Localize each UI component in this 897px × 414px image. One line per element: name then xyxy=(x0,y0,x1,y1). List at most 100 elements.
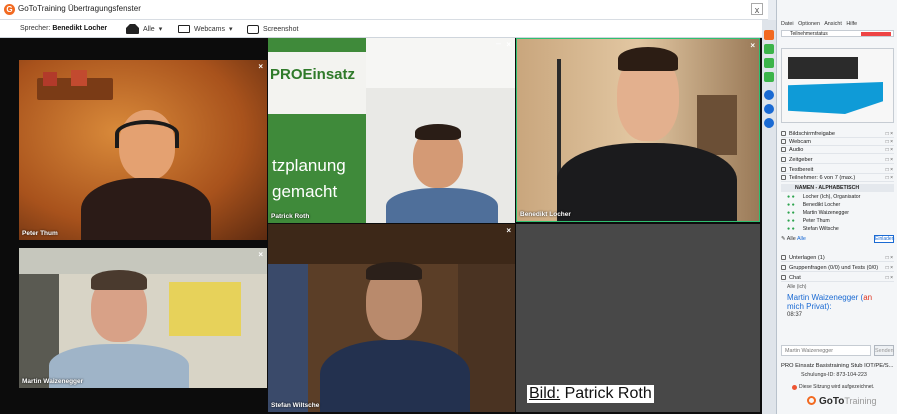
blue-control-icon[interactable] xyxy=(764,90,774,100)
tile-name-label: Benedikt Locher xyxy=(520,211,571,218)
participant-row[interactable]: ● ● Stefan Wiltsche xyxy=(787,226,891,233)
menu-file[interactable]: Datei xyxy=(781,21,794,27)
photo-credit-text: Patrick Roth xyxy=(564,385,652,402)
green-control-icon[interactable] xyxy=(764,44,774,54)
person-body xyxy=(81,178,211,240)
video-tile-martin-waizenegger[interactable]: × Martin Waizenegger xyxy=(19,248,267,388)
close-icon[interactable]: □ × xyxy=(886,156,893,164)
close-window-button[interactable]: x xyxy=(751,3,763,15)
send-button[interactable]: Senden xyxy=(874,345,894,356)
empty-video-slot xyxy=(516,224,760,412)
participant-row[interactable]: ● ● Peter Thum xyxy=(787,218,891,225)
section-webcam[interactable]: Webcam □ × xyxy=(781,138,894,146)
orange-control-icon[interactable] xyxy=(764,30,774,40)
close-icon[interactable]: □ × xyxy=(886,166,893,174)
close-tile-icon[interactable]: × xyxy=(506,40,511,49)
status-icon: ● ● xyxy=(787,226,795,232)
section-materials[interactable]: Unterlagen (1) □ × xyxy=(781,254,894,262)
section-label: Unterlagen (1) xyxy=(789,255,825,261)
chat-recipient-type: Privat xyxy=(806,302,827,311)
ceiling xyxy=(366,38,515,88)
banner-brand: PROEinsatz xyxy=(270,66,356,83)
blue-control-icon[interactable] xyxy=(764,104,774,114)
video-tile-peter-thum[interactable]: × Peter Thum xyxy=(19,60,267,240)
section-label: Zeitgeber xyxy=(789,157,813,163)
camera-icon xyxy=(247,24,259,34)
close-tile-icon[interactable]: × xyxy=(258,62,263,71)
close-icon[interactable]: □ × xyxy=(886,254,893,262)
section-audio[interactable]: Audio □ × xyxy=(781,146,894,154)
menu-view[interactable]: Ansicht xyxy=(824,21,842,27)
person-body xyxy=(557,143,737,221)
section-screen-sharing[interactable]: Bildschirmfreigabe □ × xyxy=(781,130,894,138)
participant-row[interactable]: ● ● Locher (Ich), Organisator xyxy=(787,194,891,201)
close-icon[interactable]: □ × xyxy=(886,130,893,138)
banner-line2: gemacht xyxy=(272,182,338,201)
pinboard xyxy=(169,282,241,336)
photo-credit: Bild: Patrick Roth xyxy=(527,385,654,403)
green-control-icon[interactable] xyxy=(764,58,774,68)
chat-timestamp: 08:37 xyxy=(787,312,803,318)
ceiling-lamp xyxy=(19,248,267,274)
section-timer[interactable]: Zeitgeber □ × xyxy=(781,156,894,164)
tile-name-label: Peter Thum xyxy=(22,230,58,237)
chevron-down-icon: ▾ xyxy=(158,26,163,33)
blue-control-icon[interactable] xyxy=(764,118,774,128)
close-tile-icon[interactable]: × xyxy=(506,226,511,235)
participant-name: Benedikt Locher xyxy=(802,202,841,208)
section-polls[interactable]: Gruppenfragen (0/0) und Tests (0/0) □ × xyxy=(781,264,894,272)
expand-icon xyxy=(781,167,786,172)
close-icon[interactable]: □ × xyxy=(886,146,893,154)
participants-header[interactable]: NAMEN - ALPHABETISCH xyxy=(781,184,894,192)
status-icon: ● ● xyxy=(787,194,795,200)
unmute-all-link[interactable]: Alle xyxy=(797,236,806,242)
section-test[interactable]: Testbereit □ × xyxy=(781,166,894,174)
video-tile-patrick-roth[interactable]: PROEinsatz tzplanung gemacht – × Patrick… xyxy=(268,38,515,223)
video-tile-stefan-wiltsche[interactable]: × Stefan Wiltsche xyxy=(268,224,515,412)
pen-icon: ✎ xyxy=(781,236,786,242)
banner-line1: tzplanung xyxy=(272,156,346,175)
section-label: Teilnehmer: 6 von 7 (max.) xyxy=(789,175,856,181)
section-label: Bildschirmfreigabe xyxy=(789,131,836,137)
invite-button[interactable]: Einladen xyxy=(874,235,894,243)
participant-row[interactable]: ● ● Martin Waizenegger xyxy=(787,210,891,217)
close-icon[interactable]: □ × xyxy=(886,264,893,272)
participant-name: Stefan Wiltsche xyxy=(802,226,839,232)
status-icon: ● ● xyxy=(787,202,795,208)
mute-all-label: Alle xyxy=(786,236,796,242)
tile-name-label: Patrick Roth xyxy=(271,213,310,220)
session-id: Schulungs-ID: 873-104-223 xyxy=(801,372,867,378)
control-strip xyxy=(762,20,776,414)
webcams-button[interactable]: Webcams ▾ xyxy=(178,23,233,35)
gototraining-logo-icon: G xyxy=(4,4,15,15)
banner-top xyxy=(268,52,366,114)
close-icon[interactable]: □ × xyxy=(886,138,893,146)
brand-name: GoTo xyxy=(819,396,845,407)
gototraining-brand: GoToTraining xyxy=(807,396,877,407)
video-tile-benedikt-locher[interactable]: × Benedikt Locher xyxy=(516,38,760,222)
section-label: Audio xyxy=(789,147,804,153)
chat-recipient-select[interactable]: Martin Waizenegger xyxy=(781,345,871,356)
close-tile-icon[interactable]: × xyxy=(750,41,755,50)
close-tile-icon[interactable]: × xyxy=(258,250,263,259)
menu-options[interactable]: Optionen xyxy=(798,21,820,27)
minimize-tile-icon[interactable]: – xyxy=(496,38,501,48)
menu-help[interactable]: Hilfe xyxy=(846,21,857,27)
close-icon[interactable]: □ × xyxy=(886,174,893,182)
close-icon[interactable]: □ × xyxy=(886,274,893,282)
green-control-icon[interactable] xyxy=(764,72,774,82)
status-icon: ● ● xyxy=(787,210,795,216)
chat-message[interactable]: Martin Waizenegger (an mich Privat): xyxy=(787,293,887,311)
hair xyxy=(618,47,678,71)
participant-status-label: Teilnehmerstatus xyxy=(790,31,828,37)
people-icon xyxy=(126,24,139,34)
mic-stand xyxy=(557,59,561,179)
mute-controls[interactable]: ✎ Alle Alle xyxy=(781,236,806,242)
screenshot-button[interactable]: Screenshot xyxy=(247,23,298,35)
chevron-down-icon: ▾ xyxy=(229,26,233,33)
participant-row[interactable]: ● ● Benedikt Locher xyxy=(787,202,891,209)
section-participants[interactable]: Teilnehmer: 6 von 7 (max.) □ × xyxy=(781,174,894,182)
view-all-button[interactable]: Alle ▾ xyxy=(126,23,162,35)
expand-icon xyxy=(781,157,786,162)
section-chat[interactable]: Chat □ × xyxy=(781,274,894,282)
